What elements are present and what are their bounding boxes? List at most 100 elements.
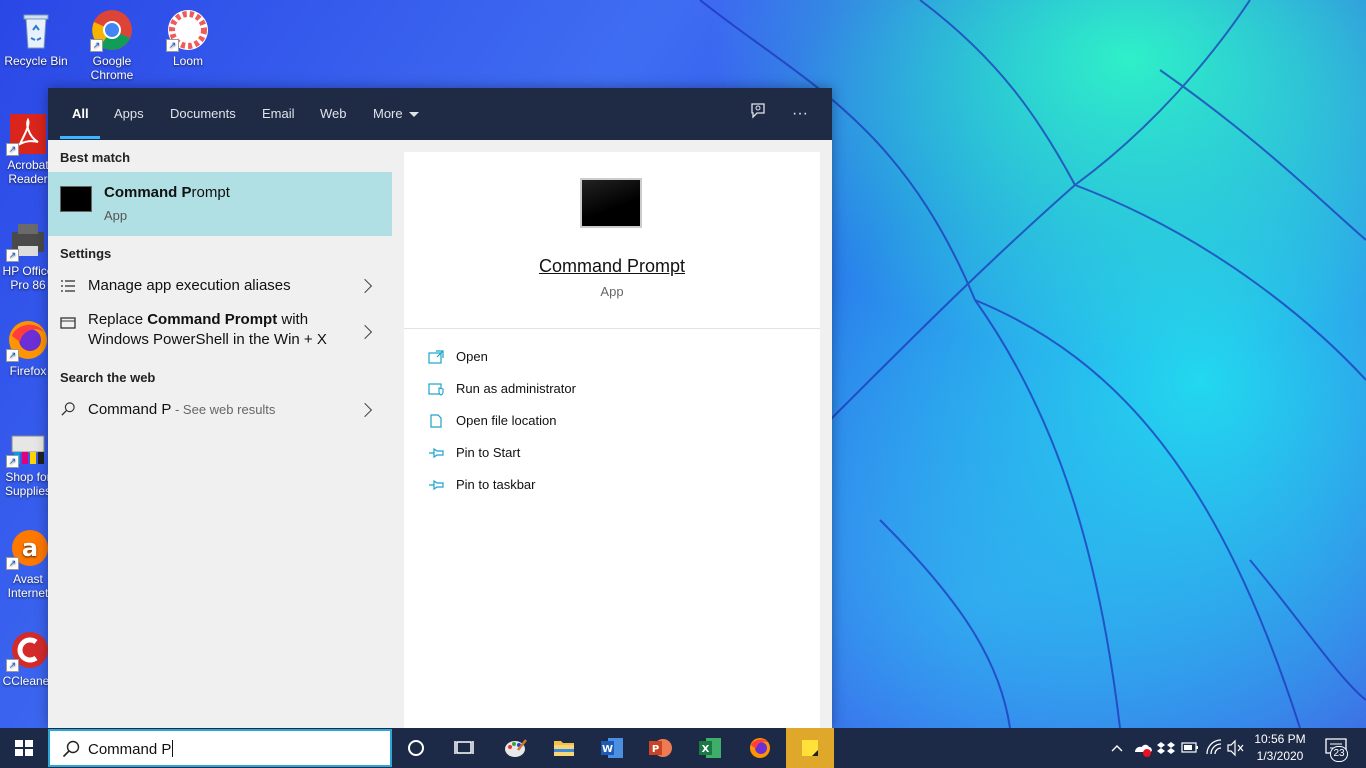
cortana-icon bbox=[408, 740, 424, 756]
shortcut-arrow-icon: ↗ bbox=[6, 143, 19, 156]
desktop-icon-label: Recycle Bin bbox=[4, 54, 68, 68]
shortcut-arrow-icon: ↗ bbox=[6, 557, 19, 570]
desktop-icon-google-chrome[interactable]: ↗ Google Chrome bbox=[76, 8, 148, 82]
chevron-right-icon bbox=[357, 278, 373, 294]
svg-text:P: P bbox=[652, 744, 659, 755]
open-icon bbox=[428, 350, 444, 364]
results-list: Best match Command Prompt App Settings M… bbox=[48, 140, 392, 728]
word-button[interactable]: W bbox=[588, 728, 636, 768]
windows-logo-icon bbox=[15, 740, 33, 756]
shield-icon bbox=[428, 383, 444, 396]
shortcut-arrow-icon: ↗ bbox=[6, 455, 19, 468]
settings-heading: Settings bbox=[60, 246, 112, 261]
excel-icon: X bbox=[699, 738, 721, 758]
chevron-right-icon bbox=[357, 402, 373, 418]
battery-button[interactable] bbox=[1180, 728, 1200, 768]
firefox-icon bbox=[750, 738, 770, 758]
text-caret bbox=[172, 740, 174, 757]
web-heading: Search the web bbox=[60, 370, 156, 385]
firefox-button[interactable] bbox=[736, 728, 784, 768]
search-tabs: All Apps Documents Email Web More ··· bbox=[48, 88, 832, 140]
web-search-query: Command P bbox=[88, 401, 172, 418]
best-match-title-rest: rompt bbox=[191, 184, 230, 201]
sticky-notes-icon bbox=[802, 740, 818, 756]
tab-more-label: More bbox=[373, 106, 403, 121]
dropbox-button[interactable] bbox=[1156, 728, 1176, 768]
shortcut-arrow-icon: ↗ bbox=[6, 249, 19, 262]
file-explorer-button[interactable] bbox=[540, 728, 588, 768]
desktop-icon-recycle-bin[interactable]: Recycle Bin bbox=[0, 8, 72, 68]
setting-item-app-aliases[interactable]: Manage app execution aliases bbox=[48, 266, 392, 306]
command-prompt-icon bbox=[580, 178, 642, 228]
dropbox-icon bbox=[1157, 742, 1175, 754]
clock-time: 10:56 PM bbox=[1254, 732, 1306, 746]
more-options-icon[interactable]: ··· bbox=[788, 102, 812, 126]
tab-email[interactable]: Email bbox=[262, 88, 295, 140]
taskbar: Command P W P X 10:56 PM 1/3/2020 23 bbox=[0, 728, 1366, 768]
notification-badge: 23 bbox=[1330, 746, 1348, 762]
volume-button[interactable] bbox=[1226, 728, 1246, 768]
chevron-right-icon bbox=[357, 324, 373, 340]
action-center-button[interactable]: 23 bbox=[1320, 728, 1360, 768]
action-label: Pin to taskbar bbox=[456, 477, 536, 492]
task-view-icon bbox=[454, 741, 474, 754]
printer-icon: ↗ bbox=[6, 218, 50, 262]
setting-item-label: Replace Command Prompt with Windows Powe… bbox=[88, 310, 348, 350]
cortana-button[interactable] bbox=[392, 728, 440, 768]
tab-more[interactable]: More bbox=[373, 88, 419, 140]
file-explorer-icon bbox=[554, 741, 574, 756]
shortcut-arrow-icon: ↗ bbox=[166, 39, 179, 52]
pin-icon bbox=[429, 479, 444, 491]
network-button[interactable] bbox=[1204, 728, 1224, 768]
avast-icon: a ↗ bbox=[6, 526, 50, 570]
svg-text:W: W bbox=[602, 744, 613, 755]
paint-button[interactable] bbox=[492, 728, 540, 768]
setting-item-replace-cmd[interactable]: Replace Command Prompt with Windows Powe… bbox=[48, 308, 392, 356]
active-tab-indicator bbox=[60, 136, 100, 139]
tab-documents[interactable]: Documents bbox=[170, 88, 236, 140]
show-hidden-icons-button[interactable] bbox=[1108, 728, 1126, 768]
start-button[interactable] bbox=[0, 728, 48, 768]
volume-muted-icon bbox=[1227, 739, 1244, 757]
window-icon bbox=[60, 317, 76, 329]
powerpoint-button[interactable]: P bbox=[636, 728, 684, 768]
word-icon: W bbox=[601, 738, 623, 758]
onedrive-status-button[interactable] bbox=[1132, 728, 1154, 768]
shop-supplies-icon: ↗ bbox=[6, 424, 50, 468]
web-search-item[interactable]: Command P - See web results bbox=[48, 390, 392, 430]
search-value-text: Command P bbox=[88, 741, 172, 758]
detail-subtitle: App bbox=[600, 284, 624, 299]
best-match-item[interactable]: Command Prompt App bbox=[48, 172, 392, 236]
list-icon bbox=[61, 280, 75, 292]
recycle-bin-icon bbox=[14, 8, 58, 52]
command-prompt-icon bbox=[60, 186, 92, 212]
desktop-icon-label: Google Chrome bbox=[90, 54, 134, 82]
folder-icon bbox=[430, 414, 442, 428]
powerpoint-icon: P bbox=[649, 739, 672, 757]
action-label: Run as administrator bbox=[456, 381, 576, 396]
shortcut-arrow-icon: ↗ bbox=[6, 659, 19, 672]
search-value: Command P bbox=[88, 740, 174, 758]
firefox-icon: ↗ bbox=[6, 318, 50, 362]
best-match-title: Command Prompt bbox=[104, 184, 230, 201]
clock[interactable]: 10:56 PM 1/3/2020 bbox=[1248, 731, 1312, 765]
desktop-icon-loom[interactable]: ↗ Loom bbox=[152, 8, 224, 68]
onedrive-error-icon bbox=[1135, 744, 1152, 757]
detail-title[interactable]: Command Prompt bbox=[404, 256, 820, 277]
tab-apps[interactable]: Apps bbox=[114, 88, 144, 140]
sticky-notes-button[interactable] bbox=[786, 728, 834, 768]
task-view-button[interactable] bbox=[440, 728, 488, 768]
detail-pane: Command Prompt App Open Run as administr… bbox=[404, 152, 820, 728]
svg-text:X: X bbox=[702, 744, 710, 755]
chevron-down-icon bbox=[408, 112, 419, 118]
shortcut-arrow-icon: ↗ bbox=[6, 349, 19, 362]
battery-icon bbox=[1181, 742, 1198, 753]
taskbar-search-input[interactable]: Command P bbox=[48, 729, 392, 767]
excel-button[interactable]: X bbox=[686, 728, 734, 768]
wifi-icon bbox=[1206, 739, 1222, 755]
tab-all[interactable]: All bbox=[72, 88, 89, 140]
feedback-icon[interactable] bbox=[746, 102, 770, 126]
tab-web[interactable]: Web bbox=[320, 88, 347, 140]
pin-icon bbox=[429, 447, 444, 459]
ccleaner-icon: ↗ bbox=[6, 628, 50, 672]
